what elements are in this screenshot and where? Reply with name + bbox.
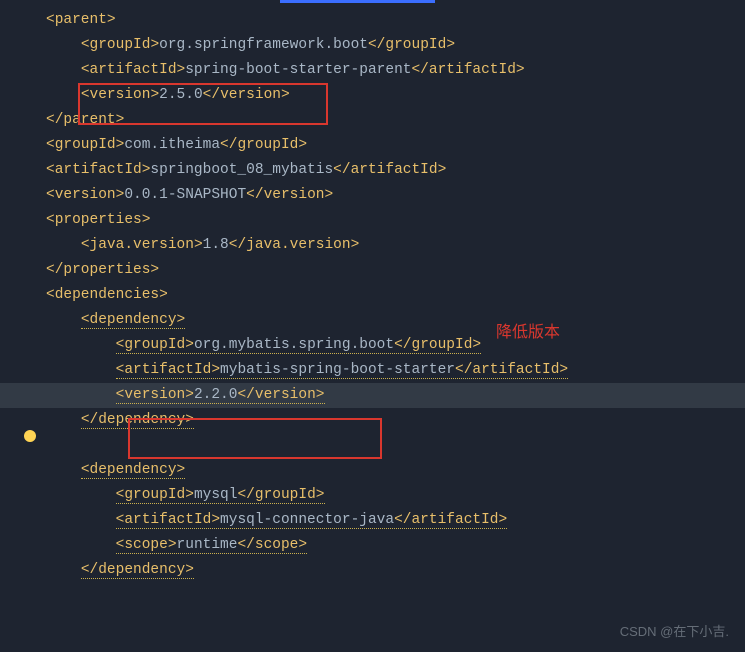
code-line: <artifactId>spring-boot-starter-parent</… [0, 58, 745, 83]
code-line: </properties> [0, 258, 745, 283]
annotation-text: 降低版本 [496, 320, 560, 345]
code-line: <groupId>org.mybatis.spring.boot</groupI… [0, 333, 745, 358]
code-line: <dependencies> [0, 283, 745, 308]
code-line: <scope>runtime</scope> [0, 533, 745, 558]
code-line [0, 433, 745, 458]
active-tab-indicator [280, 0, 435, 3]
watermark-text: CSDN @在下小吉. [620, 619, 729, 644]
code-line: <artifactId>springboot_08_mybatis</artif… [0, 158, 745, 183]
code-line: <artifactId>mybatis-spring-boot-starter<… [0, 358, 745, 383]
code-line: </dependency> [0, 408, 745, 433]
lightbulb-icon[interactable] [24, 430, 36, 442]
code-line: <groupId>com.itheima</groupId> [0, 133, 745, 158]
code-line: <java.version>1.8</java.version> [0, 233, 745, 258]
code-line: <groupId>mysql</groupId> [0, 483, 745, 508]
code-line: <artifactId>mysql-connector-java</artifa… [0, 508, 745, 533]
code-line: <properties> [0, 208, 745, 233]
code-editor[interactable]: <parent> <groupId>org.springframework.bo… [0, 0, 745, 583]
code-line: <groupId>org.springframework.boot</group… [0, 33, 745, 58]
code-line: <dependency> [0, 308, 745, 333]
code-line-highlighted: <version>2.2.0</version> [0, 383, 745, 408]
code-line: <version>0.0.1-SNAPSHOT</version> [0, 183, 745, 208]
code-line: </dependency> [0, 558, 745, 583]
code-line: <dependency> [0, 458, 745, 483]
code-line: <version>2.5.0</version> [0, 83, 745, 108]
code-line: <parent> [0, 8, 745, 33]
code-line: </parent> [0, 108, 745, 133]
